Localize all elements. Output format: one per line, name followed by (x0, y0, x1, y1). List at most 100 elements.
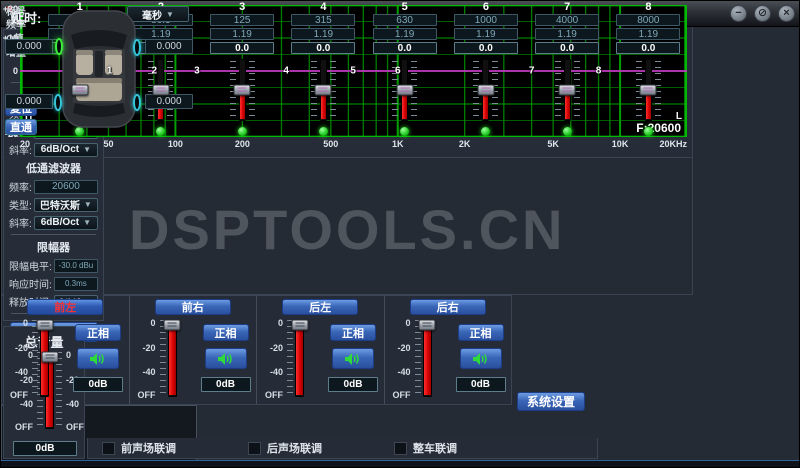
eq-band-marker[interactable]: 3 (194, 66, 200, 77)
slider-handle[interactable] (152, 84, 170, 96)
mute-speaker-button[interactable] (332, 348, 374, 369)
fader-handle[interactable] (36, 319, 53, 331)
link-option: 整车联调 (394, 440, 526, 456)
speaker-rear-right-icon[interactable] (133, 94, 141, 111)
band-gain-field[interactable]: 0.0 (372, 42, 437, 54)
eq-band-marker[interactable]: 5 (350, 66, 356, 77)
eq-band-marker[interactable]: 2 (151, 66, 157, 77)
band-active-led (400, 127, 410, 136)
eq-band-marker[interactable]: 4 (283, 66, 289, 77)
band-number: 8 (645, 1, 652, 13)
slider-track[interactable] (477, 59, 495, 121)
band-freq-field[interactable]: 125 (210, 14, 275, 26)
mute-speaker-button[interactable] (459, 348, 502, 369)
chevron-down-icon: ▼ (166, 9, 174, 19)
master-volume-value[interactable]: 0dB (13, 441, 77, 456)
fader-track[interactable] (291, 319, 308, 397)
mute-speaker-button[interactable] (204, 348, 247, 369)
band-gain-slider[interactable] (554, 59, 580, 121)
slider-track[interactable] (233, 59, 251, 121)
eq-bypass-button[interactable]: 直通 (5, 119, 37, 135)
delay-title: 延时: (11, 11, 42, 26)
band-gain-slider[interactable] (229, 59, 255, 121)
eq-band-marker[interactable]: 8 (596, 66, 602, 77)
phase-button[interactable]: 正相 (457, 324, 504, 341)
speaker-rear-left-icon[interactable] (54, 94, 62, 111)
delay-value-front-left[interactable]: 0.000 (5, 39, 53, 54)
slider-track[interactable] (152, 59, 170, 121)
car-top-view-image (62, 10, 136, 128)
band-freq-field[interactable]: 315 (291, 14, 356, 26)
channel-select-button[interactable]: 后左 (282, 299, 359, 315)
fader-track[interactable] (163, 319, 181, 397)
link-checkbox[interactable] (102, 441, 115, 455)
fader-track[interactable] (418, 319, 436, 397)
speaker-front-right-icon[interactable] (133, 39, 141, 56)
link-checkbox[interactable] (394, 441, 407, 455)
band-number: 5 (401, 1, 408, 13)
band-gain-slider[interactable] (635, 59, 661, 121)
link-checkbox[interactable] (248, 441, 261, 455)
band-freq-field[interactable]: 4000 (535, 14, 600, 26)
band-gain-field[interactable]: 0.0 (616, 42, 681, 54)
channel-strip: 前左 0 -20 -40 OFF 正相 0dB (2, 296, 130, 404)
delay-value-front-right[interactable]: 0.000 (145, 39, 193, 54)
channel-level-value[interactable]: 0dB (200, 377, 251, 392)
band-gain-field[interactable]: 0.0 (210, 42, 275, 54)
slider-handle[interactable] (558, 84, 576, 96)
band-gain-field[interactable]: 0.0 (535, 42, 600, 54)
band-freq-field[interactable]: 630 (372, 14, 437, 26)
channel-select-button[interactable]: 后右 (409, 299, 486, 315)
fader-handle[interactable] (163, 319, 181, 331)
minimize-button[interactable]: − (730, 5, 747, 22)
slider-handle[interactable] (396, 84, 414, 96)
band-q-field[interactable]: 1.19 (372, 28, 437, 40)
mute-speaker-button[interactable] (77, 348, 119, 369)
slider-track[interactable] (639, 59, 657, 121)
disconnect-button[interactable]: ⊘ (754, 5, 771, 22)
band-gain-slider[interactable] (473, 59, 499, 121)
band-q-field[interactable]: 1.19 (453, 28, 518, 40)
slider-handle[interactable] (233, 84, 251, 96)
fader-handle[interactable] (418, 319, 436, 331)
eq-bands-panel: 标号 频率 Q值 增益 1 50.6 1.19 0.0 (1, 1, 693, 295)
eq-band-marker[interactable]: 6 (395, 66, 401, 77)
speaker-front-left-icon[interactable] (55, 38, 63, 55)
channel-select-button[interactable]: 前左 (27, 299, 104, 315)
slider-handle[interactable] (477, 84, 495, 96)
band-q-field[interactable]: 1.19 (535, 28, 600, 40)
delay-value-rear-right[interactable]: 0.000 (145, 94, 193, 109)
close-button[interactable]: × (778, 5, 795, 22)
phase-button[interactable]: 正相 (330, 324, 376, 341)
eq-band-marker[interactable]: 7 (529, 66, 535, 77)
band-freq-field[interactable]: 8000 (616, 14, 681, 26)
channel-fader[interactable]: 0 -20 -40 OFF (138, 318, 181, 400)
band-q-field[interactable]: 1.19 (291, 28, 356, 40)
band-q-field[interactable]: 1.19 (616, 28, 681, 40)
band-gain-field[interactable]: 0.0 (291, 42, 356, 54)
phase-button[interactable]: 正相 (75, 324, 121, 341)
eq-band-marker[interactable]: 1 (107, 66, 113, 77)
channel-level-value[interactable]: 0dB (455, 377, 506, 392)
system-settings-button[interactable]: 系统设置 (517, 392, 585, 411)
link-label: 前声场联调 (121, 443, 176, 455)
channel-level-value[interactable]: 0dB (73, 377, 123, 392)
slider-track[interactable] (558, 59, 576, 121)
slider-handle[interactable] (639, 84, 657, 96)
delay-value-rear-left[interactable]: 0.000 (5, 94, 53, 109)
fader-handle[interactable] (41, 351, 58, 363)
channel-fader[interactable]: 0 -20 -40 OFF (265, 318, 308, 400)
band-q-field[interactable]: 1.19 (210, 28, 275, 40)
band-freq-field[interactable]: 1000 (453, 14, 518, 26)
fader-handle[interactable] (291, 319, 308, 331)
channel-select-button[interactable]: 前右 (154, 299, 231, 315)
band-gain-slider[interactable] (310, 59, 336, 121)
channel-fader[interactable]: 0 -20 -40 OFF (393, 318, 436, 400)
slider-track[interactable] (314, 59, 332, 121)
channel-level-value[interactable]: 0dB (328, 377, 378, 392)
slider-track[interactable] (396, 59, 414, 121)
band-gain-field[interactable]: 0.0 (453, 42, 518, 54)
slider-handle[interactable] (71, 84, 89, 96)
phase-button[interactable]: 正相 (202, 324, 249, 341)
slider-handle[interactable] (314, 84, 332, 96)
